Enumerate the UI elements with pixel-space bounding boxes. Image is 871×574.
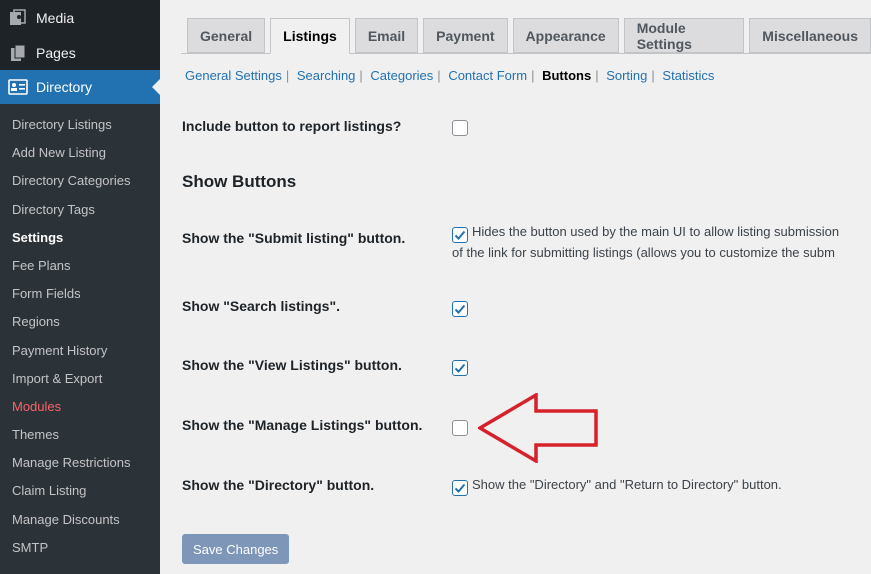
sidebar-item-import-export[interactable]: Import & Export — [0, 365, 160, 393]
tab-miscellaneous[interactable]: Miscellaneous — [749, 18, 871, 53]
subnav-separator: | — [595, 68, 599, 83]
search-listings-checkbox[interactable] — [452, 301, 468, 317]
menu-directory[interactable]: Directory — [0, 70, 160, 104]
submit-listing-checkbox[interactable] — [452, 227, 468, 243]
menu-media[interactable]: Media — [0, 0, 160, 36]
sidebar-item-claim-listing[interactable]: Claim Listing — [0, 477, 160, 505]
checkmark-icon — [454, 483, 466, 493]
manage-listings-checkbox[interactable] — [452, 420, 468, 436]
submit-listing-description-cont: of the link for submitting listings (all… — [452, 245, 835, 260]
directory-button-label: Show the "Directory" button. — [182, 477, 375, 493]
subsection-nav: General Settings | Searching | Categories |… — [185, 68, 714, 83]
settings-tabs: General Listings Email Payment Appearanc… — [187, 18, 871, 54]
subnav-sorting[interactable]: Sorting — [606, 68, 647, 83]
submit-listing-label: Show the "Submit listing" button. — [182, 230, 406, 246]
checkmark-icon — [454, 363, 466, 373]
search-listings-label: Show "Search listings". — [182, 298, 340, 314]
sidebar-item-directory-tags[interactable]: Directory Tags — [0, 196, 160, 224]
settings-main: General Listings Email Payment Appearanc… — [160, 0, 871, 574]
sidebar-item-add-new-listing[interactable]: Add New Listing — [0, 139, 160, 167]
subnav-separator: | — [437, 68, 441, 83]
save-changes-button[interactable]: Save Changes — [182, 534, 290, 564]
sidebar-item-smtp[interactable]: SMTP — [0, 534, 160, 562]
tab-email[interactable]: Email — [354, 18, 419, 53]
manage-listings-label: Show the "Manage Listings" button. — [182, 417, 423, 433]
pages-icon — [8, 43, 28, 63]
report-listings-checkbox[interactable] — [452, 120, 468, 136]
view-listings-checkbox[interactable] — [452, 360, 468, 376]
sidebar-item-directory-categories[interactable]: Directory Categories — [0, 167, 160, 195]
tab-appearance[interactable]: Appearance — [512, 18, 619, 53]
media-icon — [8, 8, 28, 28]
subnav-separator: | — [531, 68, 535, 83]
sidebar-item-regions[interactable]: Regions — [0, 308, 160, 336]
subnav-statistics[interactable]: Statistics — [662, 68, 714, 83]
subnav-categories[interactable]: Categories — [370, 68, 433, 83]
report-listings-label: Include button to report listings? — [182, 118, 402, 134]
subnav-separator: | — [651, 68, 655, 83]
menu-pages[interactable]: Pages — [0, 36, 160, 70]
sidebar-item-themes[interactable]: Themes — [0, 421, 160, 449]
subnav-general-settings[interactable]: General Settings — [185, 68, 282, 83]
tab-payment[interactable]: Payment — [423, 18, 508, 53]
show-buttons-heading: Show Buttons — [182, 172, 297, 191]
subnav-buttons: Buttons — [542, 68, 592, 83]
tab-general[interactable]: General — [187, 18, 266, 53]
subnav-separator: | — [285, 68, 290, 83]
directory-icon — [8, 77, 28, 97]
view-listings-label: Show the "View Listings" button. — [182, 357, 402, 373]
sidebar-item-modules[interactable]: Modules — [0, 393, 160, 421]
menu-pages-label: Pages — [36, 45, 76, 61]
tab-listings[interactable]: Listings — [270, 18, 350, 54]
sidebar-item-form-fields[interactable]: Form Fields — [0, 280, 160, 308]
directory-button-checkbox[interactable] — [452, 480, 468, 496]
admin-sidebar: Media Pages Directory Directory Listings… — [0, 0, 160, 574]
checkmark-icon — [454, 230, 466, 240]
subnav-contact-form[interactable]: Contact Form — [448, 68, 527, 83]
sidebar-item-directory-listings[interactable]: Directory Listings — [0, 111, 160, 139]
sidebar-item-fee-plans[interactable]: Fee Plans — [0, 252, 160, 280]
submit-listing-description: Hides the button used by the main UI to … — [472, 224, 840, 239]
menu-media-label: Media — [36, 10, 75, 26]
annotation-arrow-icon — [478, 393, 598, 463]
tab-module-settings[interactable]: Module Settings — [623, 18, 745, 53]
sidebar-item-settings[interactable]: Settings — [0, 224, 160, 252]
checkmark-icon — [454, 304, 466, 314]
directory-button-description: Show the "Directory" and "Return to Dire… — [472, 477, 782, 492]
sidebar-item-manage-restrictions[interactable]: Manage Restrictions — [0, 449, 160, 477]
directory-submenu: Directory Listings Add New Listing Direc… — [0, 104, 160, 574]
sidebar-item-payment-history[interactable]: Payment History — [0, 337, 160, 365]
sidebar-item-manage-discounts[interactable]: Manage Discounts — [0, 506, 160, 534]
menu-directory-label: Directory — [36, 79, 93, 95]
subnav-separator: | — [359, 68, 363, 83]
subnav-searching[interactable]: Searching — [297, 68, 356, 83]
